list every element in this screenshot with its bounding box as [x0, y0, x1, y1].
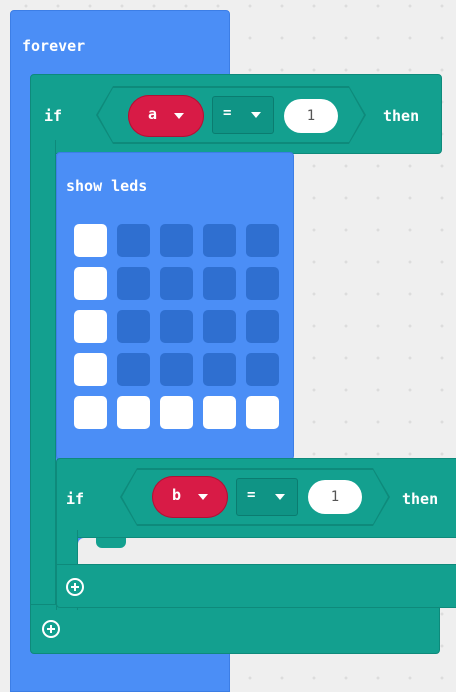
- inner-operator-label: =: [247, 487, 256, 503]
- forever-label: forever: [22, 37, 86, 55]
- outer-operator-dropdown[interactable]: =: [212, 96, 274, 134]
- led-cell[interactable]: [160, 353, 193, 386]
- led-cell[interactable]: [203, 310, 236, 343]
- caret-down-icon: [251, 112, 261, 118]
- led-cell[interactable]: [74, 396, 107, 429]
- led-cell[interactable]: [246, 310, 279, 343]
- inner-variable-dropdown[interactable]: b: [152, 476, 228, 518]
- led-cell[interactable]: [203, 224, 236, 257]
- outer-then-label: then: [383, 107, 420, 125]
- led-matrix[interactable]: [74, 224, 279, 429]
- inner-if-footer[interactable]: [56, 564, 456, 608]
- led-cell[interactable]: [246, 224, 279, 257]
- led-cell[interactable]: [74, 224, 107, 257]
- caret-down-icon: [198, 494, 208, 500]
- outer-operator-label: =: [223, 105, 232, 121]
- led-cell[interactable]: [74, 310, 107, 343]
- led-cell[interactable]: [203, 353, 236, 386]
- led-cell[interactable]: [160, 396, 193, 429]
- plus-circle-icon[interactable]: [42, 620, 60, 638]
- led-cell[interactable]: [117, 310, 150, 343]
- outer-if-label: if: [44, 107, 63, 125]
- inner-if-slot-notch: [96, 538, 126, 548]
- inner-operator-dropdown[interactable]: =: [236, 478, 298, 516]
- led-cell[interactable]: [246, 267, 279, 300]
- led-cell[interactable]: [74, 353, 107, 386]
- caret-down-icon: [275, 494, 285, 500]
- caret-down-icon: [174, 113, 184, 119]
- led-cell[interactable]: [160, 310, 193, 343]
- inner-if-empty-slot[interactable]: [78, 538, 456, 564]
- outer-if-left-arm: [30, 140, 56, 640]
- led-cell[interactable]: [160, 267, 193, 300]
- led-cell[interactable]: [117, 353, 150, 386]
- inner-variable-name: b: [172, 486, 182, 504]
- plus-circle-icon[interactable]: [66, 578, 84, 596]
- inner-then-label: then: [402, 490, 439, 508]
- led-cell[interactable]: [74, 267, 107, 300]
- led-cell[interactable]: [246, 353, 279, 386]
- led-cell[interactable]: [160, 224, 193, 257]
- led-cell[interactable]: [117, 396, 150, 429]
- led-cell[interactable]: [117, 224, 150, 257]
- led-cell[interactable]: [203, 267, 236, 300]
- inner-value-input[interactable]: 1: [308, 480, 362, 514]
- outer-value-input[interactable]: 1: [284, 99, 338, 133]
- workspace-canvas[interactable]: forever if a = 1 then show leds if b = 1: [0, 0, 456, 692]
- show-leds-label: show leds: [66, 177, 148, 195]
- outer-if-footer[interactable]: [30, 604, 440, 654]
- outer-variable-dropdown[interactable]: a: [128, 95, 204, 137]
- outer-variable-name: a: [148, 105, 158, 123]
- led-cell[interactable]: [246, 396, 279, 429]
- led-cell[interactable]: [203, 396, 236, 429]
- led-cell[interactable]: [117, 267, 150, 300]
- inner-if-label: if: [66, 490, 85, 508]
